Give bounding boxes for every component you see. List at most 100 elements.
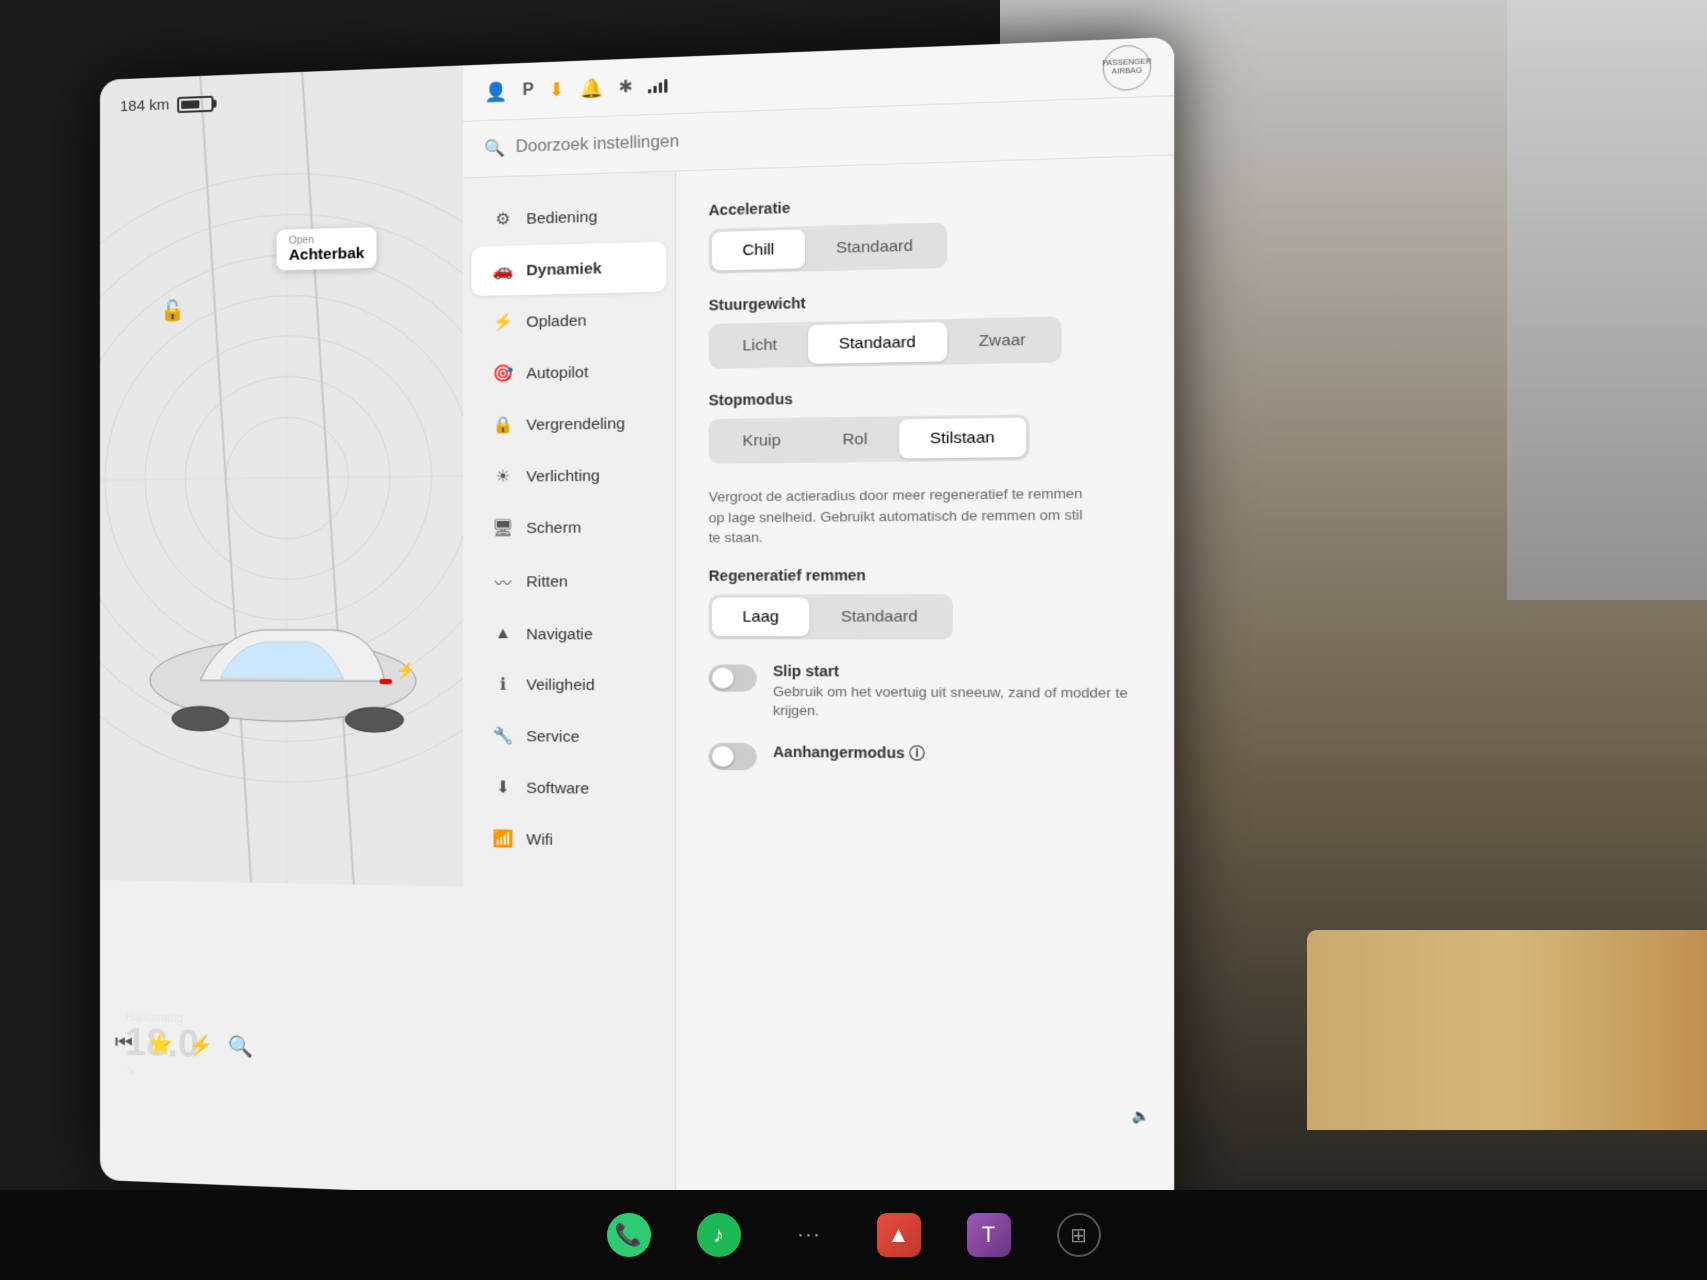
slip-start-description: Gebruik om het voertuig uit sneeuw, zand… <box>773 682 1140 722</box>
sidebar-label-verlichting: Verlichting <box>526 467 600 485</box>
prev-icon[interactable]: ⏮ <box>115 1031 133 1055</box>
sidebar-label-ritten: Ritten <box>526 573 568 591</box>
sidebar-item-scherm[interactable]: 🖥 Scherm <box>471 502 666 553</box>
sidebar-item-dynamiek[interactable]: 🚗 Dynamiek <box>471 242 666 297</box>
sidebar-label-vergrendeling: Vergrendeling <box>526 415 625 434</box>
battery-fill <box>181 100 199 109</box>
taskbar-camera[interactable]: ⊞ <box>1054 1210 1104 1260</box>
spotify-icon: ♪ <box>697 1213 741 1257</box>
settings-content: ⚙ Bediening 🚗 Dynamiek ⚡ Opladen 🎯 Autop… <box>463 156 1174 1224</box>
lock-icon[interactable]: 🔓 <box>160 298 185 324</box>
software-icon: ⬇ <box>492 777 513 798</box>
map-area: ⚡ Open Achterbak 🔓 <box>100 65 479 887</box>
sidebar-item-vergrendeling[interactable]: 🔒 Vergrendeling <box>471 398 666 450</box>
media-controls: ⏮ ⭐ ⚡ 🔍 <box>115 1030 254 1059</box>
sidebar-item-veiligheid[interactable]: ℹ Veiligheid <box>471 660 666 710</box>
ritten-icon: 〰 <box>492 569 513 594</box>
stuurgewicht-standaard-btn[interactable]: Standaard <box>808 322 947 364</box>
sidebar-item-autopilot[interactable]: 🎯 Autopilot <box>471 346 666 399</box>
slip-start-toggle[interactable] <box>709 664 757 691</box>
taskbar-media[interactable]: T <box>964 1210 1014 1260</box>
battery-bar <box>177 95 213 112</box>
verlichting-icon: ☀ <box>492 466 513 487</box>
acceleratie-chill-btn[interactable]: Chill <box>712 229 805 270</box>
acceleratie-title: Acceleratie <box>709 189 1140 219</box>
sidebar-label-software: Software <box>526 779 589 797</box>
stuurgewicht-licht-btn[interactable]: Licht <box>712 325 808 366</box>
sidebar-item-software[interactable]: ⬇ Software <box>471 762 666 814</box>
scherm-icon: 🖥 <box>492 518 513 539</box>
tesla-screen: ⚡ Open Achterbak 🔓 👤 P ⬇ 🔔 ✱ <box>100 37 1174 1223</box>
stopmodus-stilstaan-btn[interactable]: Stilstaan <box>899 418 1027 459</box>
achterbak-name: Achterbak <box>289 245 365 264</box>
sidebar-item-navigatie[interactable]: ▲ Navigatie <box>471 610 666 658</box>
search-media-icon[interactable]: 🔍 <box>229 1034 254 1060</box>
bediening-icon: ⚙ <box>492 209 513 230</box>
aanhanger-row: Aanhangermodus ⓘ <box>709 741 1140 774</box>
sidebar-label-opladen: Opladen <box>526 312 586 331</box>
sidebar-item-bediening[interactable]: ⚙ Bediening <box>471 190 666 245</box>
media-icon: T <box>967 1213 1011 1257</box>
sidebar-item-verlichting[interactable]: ☀ Verlichting <box>471 450 666 502</box>
sidebar-item-opladen[interactable]: ⚡ Opladen <box>471 294 666 348</box>
stuurgewicht-zwaar-btn[interactable]: Zwaar <box>947 320 1058 362</box>
stopmodus-rol-btn[interactable]: Rol <box>812 419 899 459</box>
slip-start-label: Slip start <box>773 662 1140 680</box>
sidebar-item-ritten[interactable]: 〰 Ritten <box>471 554 666 608</box>
sidebar-label-autopilot: Autopilot <box>526 363 588 382</box>
slip-start-labels: Slip start Gebruik om het voertuig uit s… <box>773 662 1140 722</box>
battery-icon <box>177 95 213 112</box>
taskbar-phone[interactable]: 📞 <box>604 1210 654 1260</box>
taskbar-more[interactable]: ··· <box>784 1210 834 1260</box>
slip-start-row: Slip start Gebruik om het voertuig uit s… <box>709 662 1140 723</box>
regeneratief-laag-btn[interactable]: Laag <box>712 597 810 636</box>
sidebar: ⚙ Bediening 🚗 Dynamiek ⚡ Opladen 🎯 Autop… <box>463 172 676 1204</box>
stopmodus-kruip-btn[interactable]: Kruip <box>712 421 812 461</box>
taskbar-spotify[interactable]: ♪ <box>694 1210 744 1260</box>
media-row: ⏮ ⭐ ⚡ 🔍 <box>100 1000 463 1097</box>
opladen-icon: ⚡ <box>492 312 513 333</box>
stuurgewicht-button-group: Licht Standaard Zwaar <box>709 316 1061 368</box>
sidebar-label-dynamiek: Dynamiek <box>526 259 601 278</box>
achterbak-popup[interactable]: Open Achterbak <box>277 227 377 270</box>
search-icon: 🔍 <box>484 138 505 159</box>
search-input[interactable] <box>516 116 1151 157</box>
vergrendeling-icon: 🔒 <box>492 415 513 436</box>
settings-panel: 👤 P ⬇ 🔔 ✱ PASSENGER AIRBAG 🔍 <box>463 37 1174 1223</box>
aanhanger-toggle[interactable] <box>709 743 757 771</box>
equalizer-icon[interactable]: ⚡ <box>188 1033 213 1059</box>
map-lines: ⚡ <box>100 65 479 887</box>
sidebar-label-scherm: Scherm <box>526 519 581 537</box>
stopmodus-button-group: Kruip Rol Stilstaan <box>709 414 1030 464</box>
stuurgewicht-title: Stuurgewicht <box>709 287 1140 314</box>
taskbar: 📞 ♪ ··· ▲ T ⊞ <box>0 1190 1707 1280</box>
navigatie-icon: ▲ <box>492 625 513 644</box>
regeneratief-standaard-btn[interactable]: Standaard <box>810 597 949 636</box>
sidebar-item-service[interactable]: 🔧 Service <box>471 711 666 762</box>
wifi-icon: 📶 <box>492 829 513 850</box>
regeneratief-title: Regeneratief remmen <box>709 565 1140 584</box>
aanhanger-label: Aanhangermodus ⓘ <box>773 741 1140 765</box>
sidebar-label-navigatie: Navigatie <box>526 625 593 643</box>
stopmodus-title: Stopmodus <box>709 385 1140 409</box>
acceleratie-standaard-btn[interactable]: Standaard <box>805 226 944 269</box>
favorite-icon[interactable]: ⭐ <box>148 1031 173 1057</box>
volume-indicator[interactable]: 🔈 <box>1132 1107 1151 1125</box>
camera-icon: ⊞ <box>1057 1213 1101 1257</box>
volume-icon: 🔈 <box>1132 1107 1151 1125</box>
veiligheid-icon: ℹ <box>492 674 513 695</box>
more-dots-icon: ··· <box>797 1221 821 1249</box>
taskbar-nav[interactable]: ▲ <box>874 1210 924 1260</box>
stopmodus-description: Vergroot de actieradius door meer regene… <box>709 483 1088 548</box>
wood-trim <box>1307 930 1707 1130</box>
sidebar-item-wifi[interactable]: 📶 Wifi <box>471 814 666 867</box>
svg-text:⚡: ⚡ <box>395 661 416 681</box>
dynamiek-icon: 🚗 <box>492 260 513 281</box>
service-icon: 🔧 <box>492 726 513 747</box>
pillar <box>1507 0 1707 600</box>
regeneratief-button-group: Laag Standaard <box>709 593 953 639</box>
autopilot-icon: 🎯 <box>492 363 513 384</box>
settings-main: Acceleratie Chill Standaard Stuurgewicht… <box>676 156 1174 1224</box>
sidebar-label-veiligheid: Veiligheid <box>526 676 594 694</box>
sidebar-label-service: Service <box>526 727 579 745</box>
